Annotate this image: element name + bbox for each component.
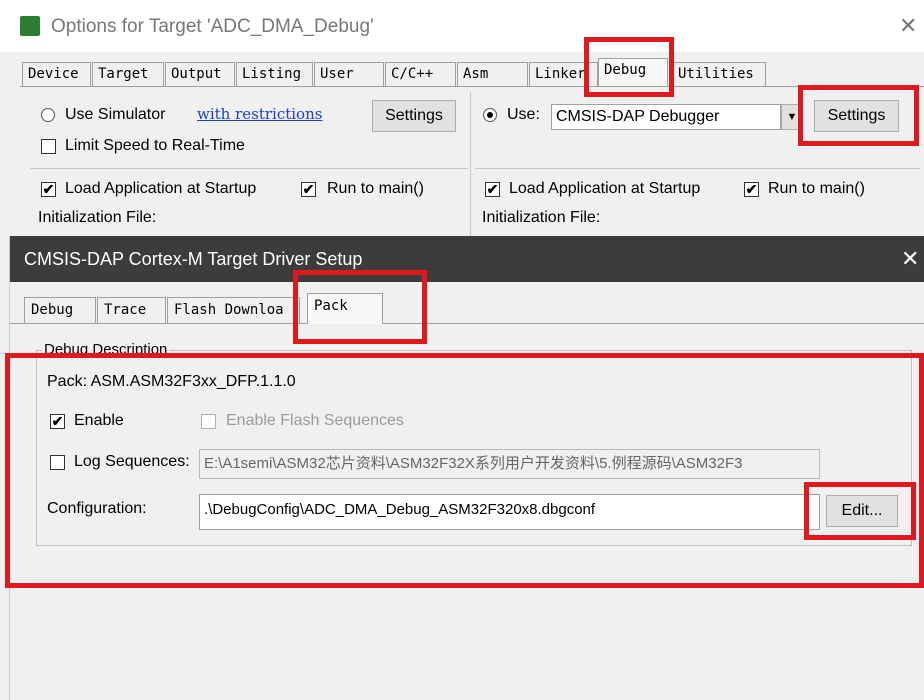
tab-divider — [20, 86, 924, 87]
with-restrictions-link[interactable]: with restrictions — [197, 105, 322, 123]
setup-dialog-title: CMSIS-DAP Cortex-M Target Driver Setup — [24, 249, 363, 269]
highlight-box — [584, 37, 674, 97]
highlight-box — [5, 353, 924, 588]
tab-target[interactable]: Target — [92, 62, 164, 86]
tab-user[interactable]: User — [314, 62, 384, 86]
load-app-label-right: Load Application at Startup — [509, 180, 701, 197]
run-to-main-checkbox-right[interactable]: ✔ — [744, 182, 759, 197]
load-app-checkbox-right[interactable]: ✔ — [485, 182, 500, 197]
load-app-checkbox-left[interactable]: ✔ — [41, 182, 56, 197]
limit-speed-label: Limit Speed to Real-Time — [65, 137, 245, 154]
use-debugger-radio[interactable] — [483, 108, 497, 122]
keil-app-icon — [20, 16, 40, 36]
options-window-title: Options for Target 'ADC_DMA_Debug' — [51, 16, 374, 37]
use-simulator-label: Use Simulator — [65, 106, 166, 123]
debugger-select[interactable]: CMSIS-DAP Debugger — [551, 104, 781, 130]
tab-flash-download[interactable]: Flash Downloa — [167, 297, 300, 323]
use-label: Use: — [507, 106, 540, 123]
tab-device[interactable]: Device — [22, 62, 91, 86]
highlight-box — [804, 482, 916, 540]
simulator-settings-button[interactable]: Settings — [372, 100, 456, 132]
column-divider — [470, 92, 471, 236]
separator — [30, 168, 468, 169]
highlight-box — [293, 270, 427, 344]
tab-trace[interactable]: Trace — [97, 297, 166, 323]
highlight-box — [798, 85, 919, 146]
tab-divider — [10, 323, 924, 324]
tab-debug-inner[interactable]: Debug — [24, 297, 96, 323]
tab-cpp[interactable]: C/C++ — [385, 62, 456, 86]
limit-speed-checkbox[interactable] — [41, 139, 56, 154]
close-icon[interactable]: ✕ — [901, 246, 919, 272]
tab-listing[interactable]: Listing — [236, 62, 313, 86]
tab-utilities[interactable]: Utilities — [672, 62, 766, 86]
close-icon[interactable]: ✕ — [899, 13, 917, 39]
tab-asm[interactable]: Asm — [457, 62, 528, 86]
tab-output[interactable]: Output — [165, 62, 235, 86]
run-to-main-label-right: Run to main() — [768, 180, 865, 197]
run-to-main-checkbox-left[interactable]: ✔ — [301, 182, 316, 197]
separator — [475, 168, 920, 169]
use-simulator-radio[interactable] — [41, 108, 55, 122]
init-file-label-left: Initialization File: — [38, 209, 157, 226]
load-app-label-left: Load Application at Startup — [65, 180, 257, 197]
run-to-main-label-left: Run to main() — [327, 180, 424, 197]
init-file-label-right: Initialization File: — [482, 209, 601, 226]
